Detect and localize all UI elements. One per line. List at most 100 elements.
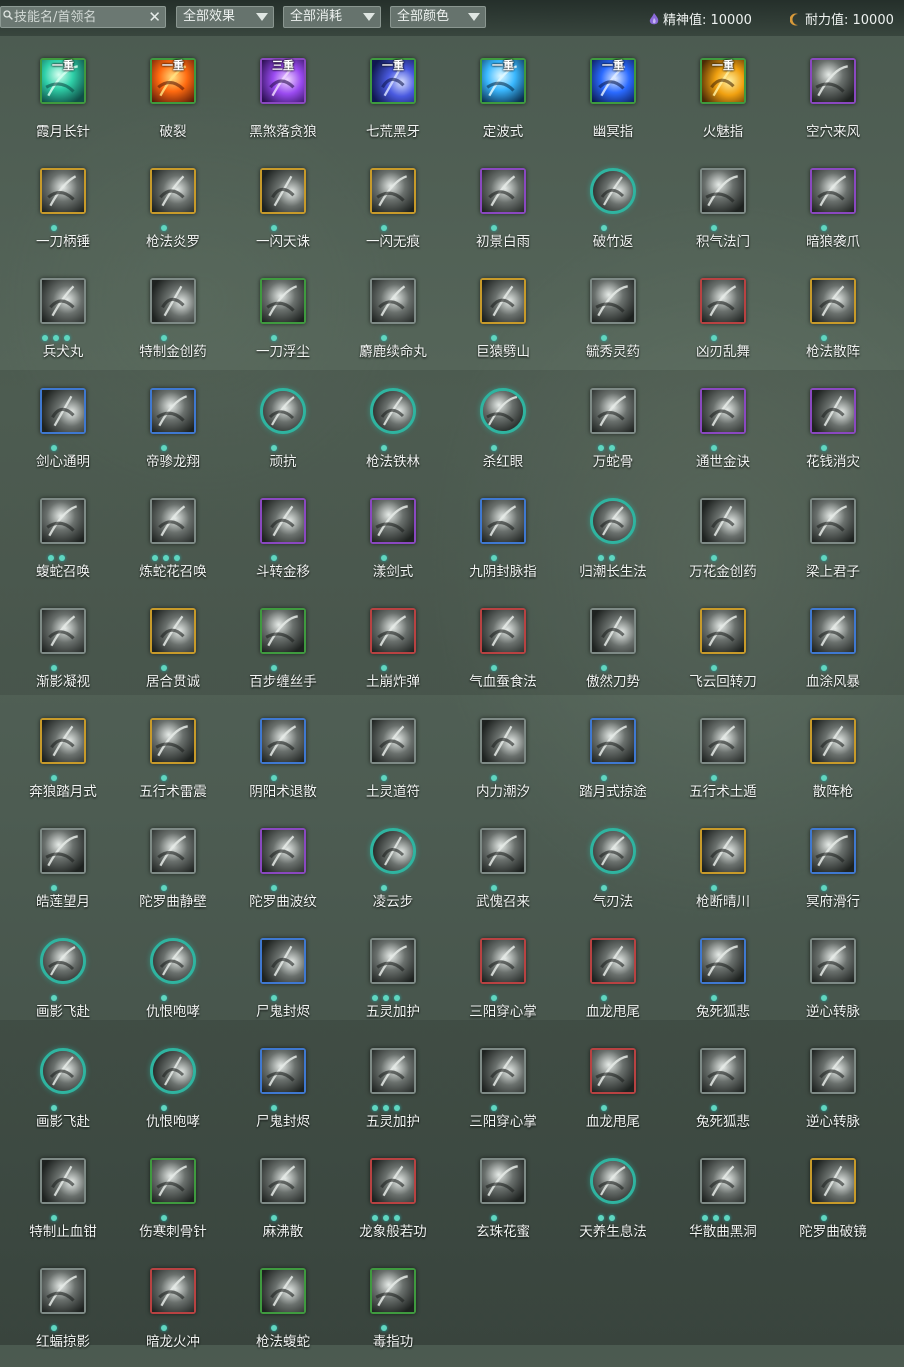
- skill-icon[interactable]: [40, 498, 86, 544]
- skill-slot[interactable]: 居合贯诚: [118, 607, 228, 707]
- skill-slot[interactable]: 蝮蛇召唤: [8, 497, 118, 597]
- skill-icon[interactable]: [480, 938, 526, 984]
- skill-icon[interactable]: [700, 278, 746, 324]
- skill-slot[interactable]: 一重 幽冥指: [558, 57, 668, 157]
- skill-icon[interactable]: [150, 278, 196, 324]
- skill-slot[interactable]: 玄珠花蜜: [448, 1157, 558, 1257]
- skill-slot[interactable]: 天养生息法: [558, 1157, 668, 1257]
- skill-icon[interactable]: [810, 828, 856, 874]
- skill-icon[interactable]: [700, 1048, 746, 1094]
- skill-slot[interactable]: 尸鬼封烬: [228, 937, 338, 1037]
- skill-icon[interactable]: [40, 938, 86, 984]
- skill-icon[interactable]: [370, 608, 416, 654]
- skill-slot[interactable]: 陀罗曲静壁: [118, 827, 228, 927]
- skill-icon[interactable]: [810, 608, 856, 654]
- skill-slot[interactable]: 一重 定波式: [448, 57, 558, 157]
- skill-slot[interactable]: 枪法铁林: [338, 387, 448, 487]
- skill-slot[interactable]: 渐影凝视: [8, 607, 118, 707]
- skill-icon[interactable]: [150, 498, 196, 544]
- skill-icon[interactable]: [150, 608, 196, 654]
- skill-slot[interactable]: 五行术雷震: [118, 717, 228, 817]
- skill-icon[interactable]: [260, 608, 306, 654]
- skill-slot[interactable]: 傲然刀势: [558, 607, 668, 707]
- skill-icon[interactable]: [590, 938, 636, 984]
- skill-slot[interactable]: 血龙甩尾: [558, 937, 668, 1037]
- skill-icon[interactable]: [40, 608, 86, 654]
- skill-icon[interactable]: [590, 1048, 636, 1094]
- skill-slot[interactable]: 踏月式掠途: [558, 717, 668, 817]
- skill-slot[interactable]: 兵犬丸: [8, 277, 118, 377]
- search-input[interactable]: [14, 8, 144, 26]
- skill-icon[interactable]: [700, 1158, 746, 1204]
- skill-icon[interactable]: [150, 1048, 196, 1094]
- skill-slot[interactable]: 巨猿劈山: [448, 277, 558, 377]
- skill-icon[interactable]: [40, 828, 86, 874]
- skill-slot[interactable]: 顽抗: [228, 387, 338, 487]
- skill-icon[interactable]: [810, 168, 856, 214]
- skill-slot[interactable]: 斗转金移: [228, 497, 338, 597]
- skill-slot[interactable]: 一闪无痕: [338, 167, 448, 267]
- skill-slot[interactable]: 毓秀灵药: [558, 277, 668, 377]
- skill-icon[interactable]: [260, 1268, 306, 1314]
- skill-icon[interactable]: [370, 1268, 416, 1314]
- skill-slot[interactable]: 冥府滑行: [778, 827, 888, 927]
- skill-slot[interactable]: 土灵道符: [338, 717, 448, 817]
- skill-icon[interactable]: [700, 938, 746, 984]
- skill-slot[interactable]: 武傀召来: [448, 827, 558, 927]
- skill-slot[interactable]: 特制金创药: [118, 277, 228, 377]
- skill-icon[interactable]: [810, 938, 856, 984]
- skill-icon[interactable]: 一重: [150, 58, 196, 104]
- skill-slot[interactable]: 皓莲望月: [8, 827, 118, 927]
- skill-slot[interactable]: 炼蛇花召唤: [118, 497, 228, 597]
- skill-slot[interactable]: 伤寒刺骨针: [118, 1157, 228, 1257]
- skill-slot[interactable]: 三阳穿心掌: [448, 937, 558, 1037]
- skill-slot[interactable]: 凌云步: [338, 827, 448, 927]
- skill-icon[interactable]: [810, 278, 856, 324]
- skill-icon[interactable]: [260, 1048, 306, 1094]
- skill-slot[interactable]: 帝骖龙翔: [118, 387, 228, 487]
- skill-icon[interactable]: [810, 1048, 856, 1094]
- skill-slot[interactable]: 杀红眼: [448, 387, 558, 487]
- skill-icon[interactable]: [260, 828, 306, 874]
- skill-slot[interactable]: 陀罗曲波纹: [228, 827, 338, 927]
- skill-slot[interactable]: 兔死狐悲: [668, 937, 778, 1037]
- skill-slot[interactable]: 枪法蝮蛇: [228, 1267, 338, 1367]
- skill-slot[interactable]: 仇恨咆哮: [118, 937, 228, 1037]
- skill-slot[interactable]: 空穴来风: [778, 57, 888, 157]
- skill-slot[interactable]: 仇恨咆哮: [118, 1047, 228, 1147]
- skill-icon[interactable]: 一重: [700, 58, 746, 104]
- skill-icon[interactable]: [40, 1048, 86, 1094]
- skill-icon[interactable]: [370, 1048, 416, 1094]
- skill-slot[interactable]: 华散曲黑洞: [668, 1157, 778, 1257]
- skill-slot[interactable]: 一重 七荒黑牙: [338, 57, 448, 157]
- skill-slot[interactable]: 一闪天诛: [228, 167, 338, 267]
- skill-slot[interactable]: 剑心通明: [8, 387, 118, 487]
- skill-icon[interactable]: [150, 718, 196, 764]
- skill-slot[interactable]: 龙象般若功: [338, 1157, 448, 1257]
- skill-icon[interactable]: [150, 388, 196, 434]
- skill-slot[interactable]: 一刀浮尘: [228, 277, 338, 377]
- skill-icon[interactable]: [370, 278, 416, 324]
- skill-slot[interactable]: 一重 霞月长针: [8, 57, 118, 157]
- skill-slot[interactable]: 积气法门: [668, 167, 778, 267]
- skill-icon[interactable]: [810, 1158, 856, 1204]
- skill-icon[interactable]: [480, 718, 526, 764]
- skill-icon[interactable]: [260, 278, 306, 324]
- skill-icon[interactable]: 一重: [40, 58, 86, 104]
- skill-icon[interactable]: [700, 608, 746, 654]
- skill-icon[interactable]: [590, 608, 636, 654]
- skill-slot[interactable]: 土崩炸弹: [338, 607, 448, 707]
- skill-slot[interactable]: 暗狼袭爪: [778, 167, 888, 267]
- skill-slot[interactable]: 花钱消灾: [778, 387, 888, 487]
- skill-slot[interactable]: 内力潮汐: [448, 717, 558, 817]
- skill-slot[interactable]: 逆心转脉: [778, 937, 888, 1037]
- skill-icon[interactable]: [590, 278, 636, 324]
- skill-slot[interactable]: 飞云回转刀: [668, 607, 778, 707]
- skill-icon[interactable]: [480, 828, 526, 874]
- skill-slot[interactable]: 气血蚕食法: [448, 607, 558, 707]
- skill-slot[interactable]: 梁上君子: [778, 497, 888, 597]
- skill-icon[interactable]: [480, 168, 526, 214]
- skill-slot[interactable]: 九阴封脉指: [448, 497, 558, 597]
- skill-slot[interactable]: 凶刃乱舞: [668, 277, 778, 377]
- skill-icon[interactable]: [40, 718, 86, 764]
